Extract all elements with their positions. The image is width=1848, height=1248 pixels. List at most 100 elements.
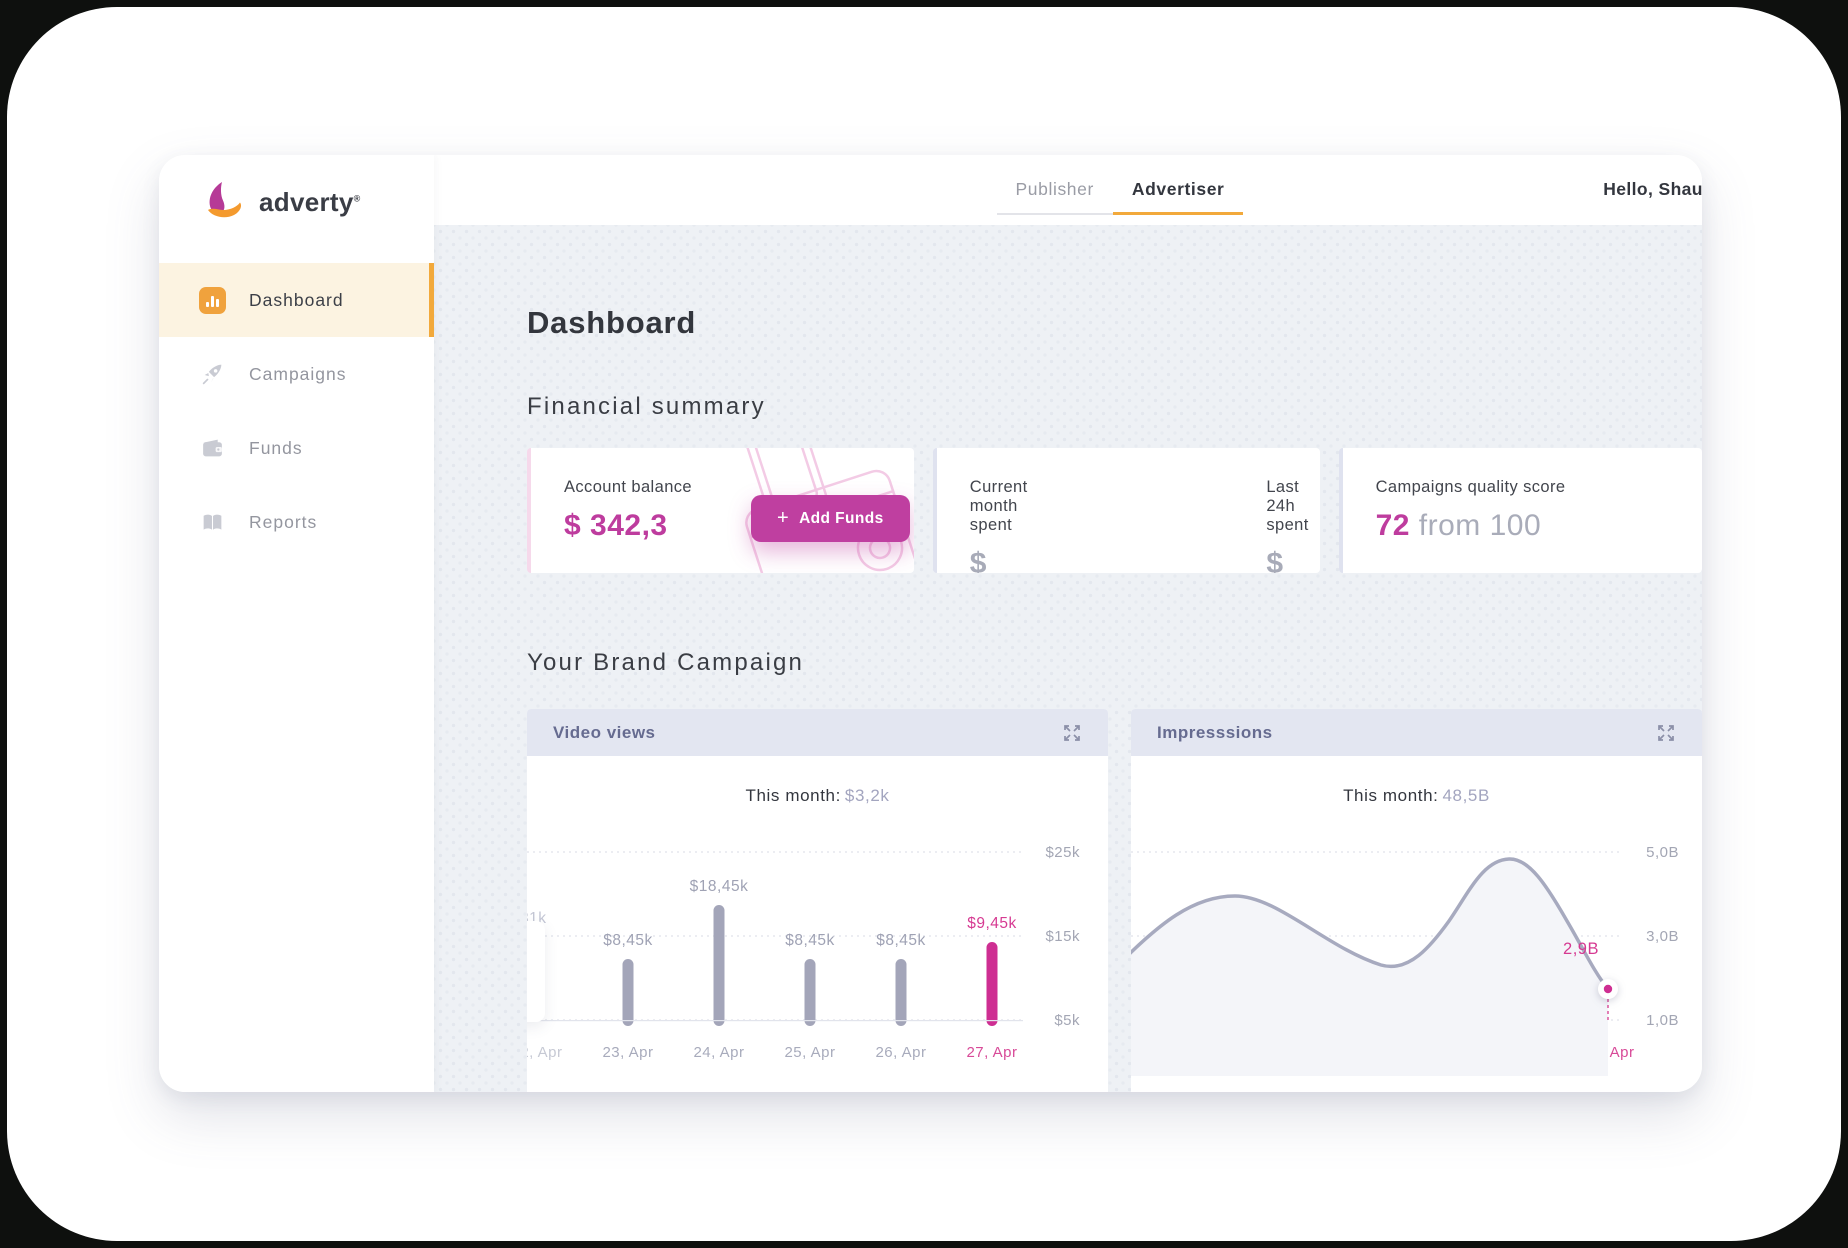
account-balance-label: Account balance: [564, 478, 692, 497]
app-window: adverty® Dashboard: [159, 155, 1702, 1092]
financial-cards-row: Account balance $ 342,3 + Add Funds: [527, 448, 1702, 573]
bar-27, Apr[interactable]: [987, 942, 998, 1026]
adverty-logo-icon: [202, 181, 246, 223]
sidebar-item-funds[interactable]: Funds: [159, 411, 434, 485]
brand-name: adverty®: [259, 187, 361, 218]
endpoint-dot[interactable]: [1604, 985, 1612, 993]
bar-25, Apr[interactable]: [805, 959, 816, 1026]
video-views-summary: This month:$3,2k: [527, 786, 1108, 806]
user-greeting: Hello, Shaun: [1603, 179, 1702, 200]
area-fill: [1131, 859, 1608, 1076]
current-month-spent-block: Current month spent $ 634,2: [937, 448, 1048, 573]
financial-summary-heading: Financial summary: [527, 393, 1702, 421]
quality-score-block: Campaigns quality score 72 from 100: [1343, 448, 1702, 543]
sidebar-item-reports[interactable]: Reports: [159, 485, 434, 559]
last-24h-spent-block: Last 24h spent $ 25,6: [1237, 448, 1319, 573]
bar-base: [896, 1016, 907, 1020]
y-tick-label: 1,0B: [1646, 1012, 1679, 1029]
impressions-card: Impresssions This month:48,5B 5,0: [1131, 709, 1702, 1092]
current-month-spent-label: Current month spent: [970, 478, 1048, 535]
sidebar: adverty® Dashboard: [159, 155, 434, 1092]
y-tick-label: 3,0B: [1646, 928, 1679, 945]
topbar: Publisher Advertiser Hello, Shaun: [434, 155, 1702, 225]
y-tick-label: $15k: [1045, 928, 1080, 945]
sidebar-item-campaigns[interactable]: Campaigns: [159, 337, 434, 411]
bar-value-label: $8,45k: [603, 932, 653, 949]
rocket-icon: [199, 361, 226, 388]
bar-value-label: $8,45k: [876, 932, 926, 949]
impressions-svg: 5,0B3,0B1,0B22, Apr23, Apr24, Apr25, Apr…: [1131, 756, 1702, 1092]
sidebar-item-label: Funds: [249, 438, 303, 459]
video-views-plot: $25k $15k $5k 22, Apr 23, Apr 24, Apr 25, Apr 2…: [527, 756, 1108, 1092]
x-tick-label: 27, Apr: [966, 1044, 1017, 1061]
charts-row: Video views This month:$3,2k $25k: [527, 709, 1702, 1092]
wallet-icon: [199, 435, 226, 462]
sidebar-item-label: Dashboard: [249, 290, 344, 311]
video-views-svg: $25k $15k $5k 22, Apr 23, Apr 24, Apr 25, Apr 2…: [527, 756, 1108, 1092]
bar-value-label: $18,45k: [690, 878, 749, 895]
sidebar-item-dashboard[interactable]: Dashboard: [159, 263, 434, 337]
plus-icon: +: [777, 507, 789, 530]
bar-24, Apr[interactable]: [714, 905, 725, 1026]
last-24h-spent-label: Last 24h spent: [1266, 478, 1319, 535]
x-tick-label: 24, Apr: [693, 1044, 744, 1061]
sidebar-item-label: Campaigns: [249, 364, 347, 385]
y-tick-label: 5,0B: [1646, 844, 1679, 861]
bar-base: [805, 1016, 816, 1020]
bar-base: [623, 1016, 634, 1020]
video-views-header: Video views: [527, 709, 1108, 756]
quality-score-label: Campaigns quality score: [1376, 478, 1702, 497]
x-tick-label: 26, Apr: [875, 1044, 926, 1061]
x-tick-label: 22, Apr: [527, 1044, 563, 1061]
main-area: Publisher Advertiser Hello, Shaun Dashbo…: [434, 155, 1702, 1092]
add-funds-label: Add Funds: [799, 510, 884, 528]
bar-base: [714, 1016, 725, 1020]
dashboard-content: Dashboard Financial summary Account bala…: [434, 225, 1702, 1092]
video-views-summary-value: $3,2k: [845, 786, 890, 805]
bar-23, Apr[interactable]: [623, 959, 634, 1026]
sidebar-nav: Dashboard Campaigns: [159, 263, 434, 559]
x-tick-label: 23, Apr: [602, 1044, 653, 1061]
expand-icon[interactable]: [1654, 721, 1678, 745]
brand-logo[interactable]: adverty®: [159, 155, 434, 223]
quality-score-card: Campaigns quality score 72 from 100: [1339, 448, 1702, 573]
bar-26, Apr[interactable]: [896, 959, 907, 1026]
video-views-title: Video views: [553, 723, 656, 743]
baseline: [527, 1020, 1023, 1021]
registered-mark: ®: [354, 193, 361, 203]
bar-value-label: $8,45k: [785, 932, 835, 949]
hidden-bar-tooltip: [527, 921, 545, 1022]
impressions-plot: 5,0B3,0B1,0B22, Apr23, Apr24, Apr25, Apr…: [1131, 756, 1702, 1092]
y-tick-label: $5k: [1054, 1012, 1080, 1029]
spend-card: Current month spent $ 634,2 Last 24h spe…: [933, 448, 1320, 573]
bar-value-label: $9,45k: [967, 915, 1017, 932]
sidebar-item-label: Reports: [249, 512, 317, 533]
endpoint-value-label: 2,9B: [1563, 940, 1599, 958]
impressions-summary-value: 48,5B: [1442, 786, 1489, 805]
dashboard-icon: [199, 287, 226, 314]
y-tick-label: $25k: [1045, 844, 1080, 861]
x-tick-label: 25, Apr: [784, 1044, 835, 1061]
quality-score-value: 72 from 100: [1376, 509, 1702, 543]
impressions-summary: This month:48,5B: [1131, 786, 1702, 806]
impressions-header: Impresssions: [1131, 709, 1702, 756]
book-icon: [199, 509, 226, 536]
last-24h-spent-value: $ 25,6: [1266, 547, 1319, 573]
tab-advertiser[interactable]: Advertiser: [1113, 179, 1244, 215]
page-title: Dashboard: [527, 305, 1702, 341]
page-canvas: adverty® Dashboard: [7, 7, 1841, 1241]
bar-base: [987, 1016, 998, 1020]
video-views-card: Video views This month:$3,2k $25k: [527, 709, 1108, 1092]
expand-icon[interactable]: [1060, 721, 1084, 745]
account-balance-card: Account balance $ 342,3 + Add Funds: [527, 448, 914, 573]
score-suffix: from 100: [1419, 509, 1541, 542]
role-tabs: Publisher Advertiser: [997, 179, 1244, 215]
impressions-title: Impresssions: [1157, 723, 1273, 743]
account-balance-block: Account balance $ 342,3: [531, 478, 692, 543]
brand-campaign-heading: Your Brand Campaign: [527, 649, 1702, 677]
score-number: 72: [1376, 509, 1410, 542]
account-balance-value: $ 342,3: [564, 509, 692, 543]
tab-publisher[interactable]: Publisher: [997, 179, 1113, 215]
add-funds-button[interactable]: + Add Funds: [751, 495, 910, 542]
current-month-spent-value: $ 634,2: [970, 547, 1048, 573]
